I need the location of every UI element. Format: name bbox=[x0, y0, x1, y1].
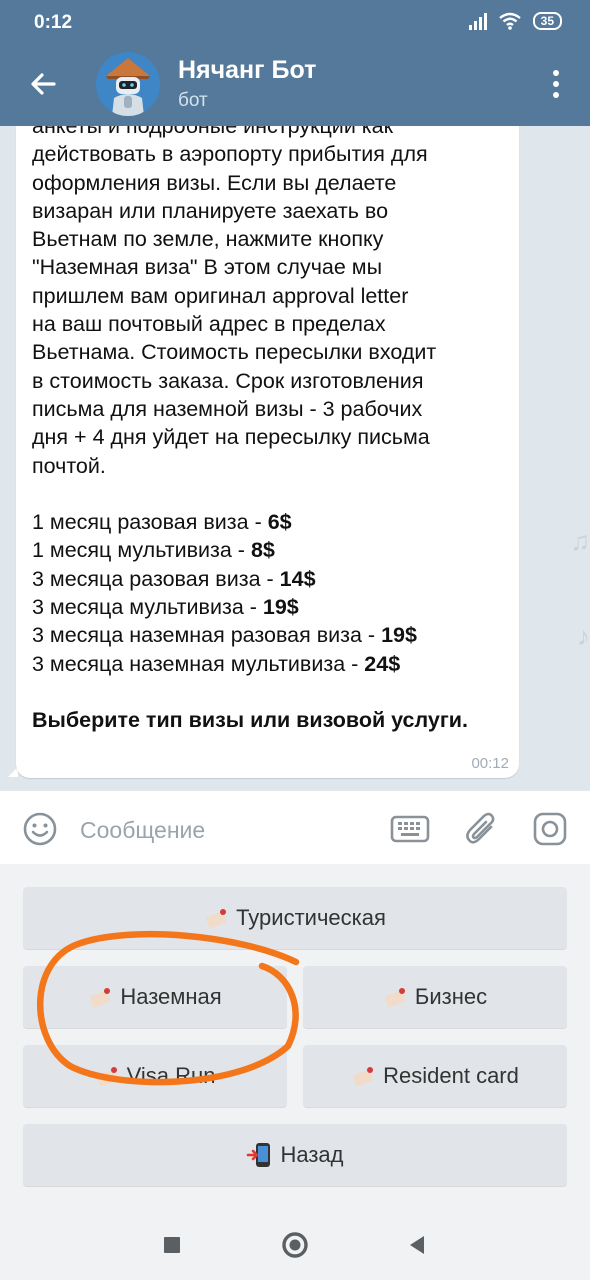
status-icons: 35 bbox=[468, 12, 562, 30]
message-line: 3 месяца разовая виза - 14$ bbox=[32, 565, 505, 593]
message-line: 3 месяца наземная разовая виза - 19$ bbox=[32, 621, 505, 649]
message-line: Вьетнама. Стоимость пересылки входит bbox=[32, 338, 505, 366]
message-line: на ваш почтовый адрес в пределах bbox=[32, 310, 505, 338]
ground-visa-button[interactable]: Наземная bbox=[23, 966, 287, 1028]
back-button[interactable]: Назад bbox=[23, 1124, 567, 1186]
business-visa-label: Бизнес bbox=[414, 984, 488, 1009]
ticket-icon bbox=[204, 906, 230, 930]
paperclip-icon[interactable] bbox=[464, 809, 500, 849]
message-text-span: анкеты и подробные инструкции как bbox=[32, 126, 394, 138]
message-line: Выберите тип визы или визовой услуги. bbox=[32, 706, 505, 734]
message-line: письма для наземной визы - 3 рабочих bbox=[32, 395, 505, 423]
ground-visa-label: Наземная bbox=[120, 984, 222, 1009]
message-text-span: 1 месяц разовая виза - bbox=[32, 510, 268, 535]
status-time: 0:12 bbox=[34, 12, 73, 33]
message-text-span: 3 месяца наземная мультивиза - bbox=[32, 651, 365, 676]
mobile-phone-arrow-icon bbox=[246, 1141, 274, 1169]
message-text-span: 3 месяца мультивиза - bbox=[32, 595, 263, 620]
message-text-span: "Наземная виза" В этом случае мы bbox=[32, 255, 383, 280]
message-bold-text: 24$ bbox=[364, 651, 401, 676]
recent-apps-icon[interactable] bbox=[157, 1230, 187, 1260]
message-text-span: пришлем вам оригинал approval letter bbox=[32, 283, 409, 308]
message-line: почтой. bbox=[32, 452, 505, 480]
keyboard-icon[interactable] bbox=[390, 813, 430, 845]
chat-header: Нячанг Бот бот bbox=[0, 44, 590, 126]
message-line: действовать в аэропорту прибытия для bbox=[32, 140, 505, 168]
message-bold-text: 19$ bbox=[262, 595, 299, 620]
camera-icon[interactable] bbox=[532, 811, 568, 847]
home-icon[interactable] bbox=[280, 1230, 310, 1260]
message-line: 1 месяц разовая виза - 6$ bbox=[32, 508, 505, 536]
message-text-span: Вьетнам по земле, нажмите кнопку bbox=[32, 227, 384, 252]
message-line: Вьетнам по земле, нажмите кнопку bbox=[32, 225, 505, 253]
back-nav-icon[interactable] bbox=[402, 1230, 432, 1260]
tourist-visa-button[interactable]: Туристическая bbox=[23, 887, 567, 949]
message-text: анкеты и подробные инструкции как действо… bbox=[32, 126, 505, 735]
resident-card-button[interactable]: Resident card bbox=[303, 1045, 567, 1107]
message-text-span: действовать в аэропорту прибытия для bbox=[32, 142, 428, 167]
visa-run-button[interactable]: Visa Run bbox=[23, 1045, 287, 1107]
android-nav-bar bbox=[0, 1210, 590, 1280]
ticket-icon bbox=[383, 985, 409, 1009]
message-line: дня + 4 дня уйдет на пересылку письма bbox=[32, 423, 505, 451]
message-text-span: дня + 4 дня уйдет на пересылку письма bbox=[32, 425, 430, 450]
status-bar: 0:12 35 bbox=[0, 0, 590, 44]
message-text-span: почтой. bbox=[32, 453, 106, 478]
message-line: 1 месяц мультивиза - 8$ bbox=[32, 536, 505, 564]
message-text-span: на ваш почтовый адрес в пределах bbox=[32, 312, 386, 337]
message-composer bbox=[0, 790, 590, 865]
chat-subtitle: бот bbox=[178, 90, 208, 111]
ticket-icon bbox=[95, 1064, 121, 1088]
robot-avatar-icon bbox=[96, 52, 160, 116]
message-line: оформления визы. Если вы делаете bbox=[32, 169, 505, 197]
message-bubble[interactable]: анкеты и подробные инструкции как действо… bbox=[16, 126, 519, 778]
message-bold-text: 6$ bbox=[267, 510, 292, 535]
music-note-doodle-icon: ♫ bbox=[570, 526, 590, 556]
ticket-icon bbox=[351, 1064, 377, 1088]
message-text-span: 3 месяца наземная разовая виза - bbox=[32, 623, 382, 648]
message-line: 3 месяца наземная мультивиза - 24$ bbox=[32, 650, 505, 678]
bot-keyboard: Туристическая Наземная Бизнес Visa Run R… bbox=[0, 864, 590, 1210]
chat-area[interactable]: ♫ ♪ анкеты и подробные инструкции как дей… bbox=[0, 126, 590, 790]
more-options-icon[interactable] bbox=[546, 66, 566, 102]
message-line: 3 месяца мультивиза - 19$ bbox=[32, 593, 505, 621]
back-label: Назад bbox=[280, 1142, 344, 1167]
message-text-span: в стоимость заказа. Срок изготовления bbox=[32, 368, 424, 393]
chat-title[interactable]: Нячанг Бот bbox=[178, 56, 316, 85]
message-input[interactable] bbox=[78, 809, 372, 851]
back-arrow-icon[interactable] bbox=[24, 64, 64, 104]
message-bold-text: 19$ bbox=[381, 623, 417, 648]
bell-doodle-icon: ♪ bbox=[577, 621, 590, 651]
message-line: визаран или планируете заехать во bbox=[32, 197, 505, 225]
ticket-icon bbox=[88, 985, 114, 1009]
message-bold-text: 8$ bbox=[250, 538, 275, 563]
message-line: "Наземная виза" В этом случае мы bbox=[32, 253, 505, 281]
message-text-span: оформления визы. Если вы делаете bbox=[32, 170, 397, 195]
message-line: пришлем вам оригинал approval letter bbox=[32, 282, 505, 310]
message-line: в стоимость заказа. Срок изготовления bbox=[32, 367, 505, 395]
message-text-span: визаран или планируете заехать во bbox=[32, 198, 389, 223]
message-text-span: письма для наземной визы - 3 рабочих bbox=[32, 396, 423, 421]
bot-avatar[interactable] bbox=[96, 52, 160, 116]
message-text-span: Вьетнама. Стоимость пересылки входит bbox=[32, 340, 437, 365]
business-visa-button[interactable]: Бизнес bbox=[303, 966, 567, 1028]
signal-icon bbox=[468, 12, 487, 30]
message-bold-text: 14$ bbox=[279, 566, 316, 591]
emoji-icon[interactable] bbox=[22, 811, 58, 847]
message-text-span: 1 месяц мультивиза - bbox=[32, 538, 251, 563]
tourist-visa-label: Туристическая bbox=[236, 905, 386, 930]
message-line: анкеты и подробные инструкции как bbox=[32, 126, 505, 140]
resident-card-label: Resident card bbox=[383, 1063, 519, 1088]
message-bold-text: Выберите тип визы или визовой услуги. bbox=[32, 708, 468, 733]
message-text-span: 3 месяца разовая виза - bbox=[32, 566, 280, 591]
visa-run-label: Visa Run bbox=[126, 1063, 216, 1088]
wifi-icon bbox=[498, 12, 521, 30]
message-time: 00:12 bbox=[471, 755, 509, 772]
battery-indicator: 35 bbox=[532, 12, 562, 30]
